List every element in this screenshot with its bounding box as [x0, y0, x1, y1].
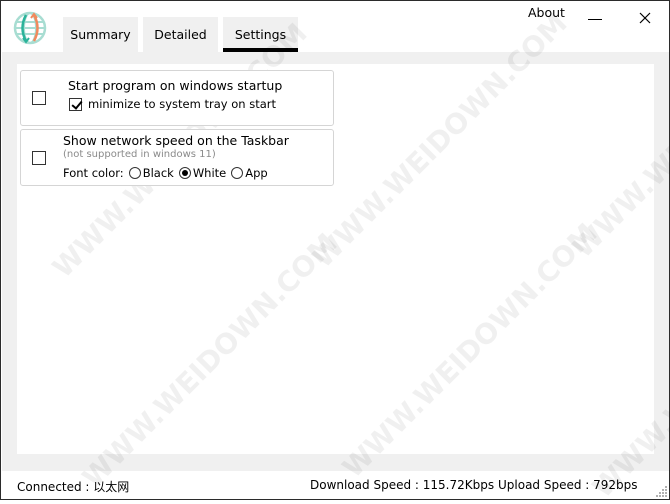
font-color-row: Font color: Black White App: [63, 166, 268, 180]
resize-grip-icon[interactable]: [656, 485, 668, 497]
taskbar-setting-card: Show network speed on the Taskbar (not s…: [20, 129, 334, 186]
watermark: WWW.WEIDOWN.COM: [335, 216, 604, 485]
connection-status: Connected : 以太网: [17, 480, 130, 494]
tab-settings[interactable]: Settings: [223, 17, 298, 52]
download-speed: Download Speed : 115.72Kbps: [310, 478, 495, 492]
minimize-tray-checkbox[interactable]: [69, 98, 82, 111]
close-icon: [639, 12, 651, 24]
about-button[interactable]: About: [528, 5, 565, 20]
font-color-app-radio[interactable]: App: [231, 166, 268, 180]
upload-speed: Upload Speed : 792bps: [498, 478, 638, 492]
radio-circle: [231, 167, 244, 179]
minimize-button[interactable]: [585, 9, 605, 27]
radio-circle: [128, 167, 141, 179]
font-color-black-radio[interactable]: Black: [128, 166, 174, 180]
close-button[interactable]: [635, 9, 655, 27]
font-color-label: Font color:: [63, 166, 124, 180]
taskbar-speed-checkbox[interactable]: [32, 151, 46, 165]
tab-label: Summary: [70, 27, 131, 42]
startup-checkbox[interactable]: [32, 91, 46, 105]
tab-label: Settings: [234, 27, 287, 42]
tab-label: Detailed: [154, 27, 207, 42]
tab-detailed[interactable]: Detailed: [143, 17, 218, 52]
minimize-tray-label: minimize to system tray on start: [88, 97, 276, 111]
startup-label: Start program on windows startup: [68, 78, 283, 93]
taskbar-note: (not supported in windows 11): [63, 149, 216, 160]
tab-summary[interactable]: Summary: [63, 17, 138, 52]
taskbar-speed-label: Show network speed on the Taskbar: [63, 133, 289, 148]
radio-label: Black: [142, 166, 174, 180]
radio-circle: [178, 167, 191, 179]
font-color-white-radio[interactable]: White: [178, 166, 227, 180]
startup-setting-card: Start program on windows startup minimiz…: [20, 70, 334, 126]
radio-label: White: [192, 166, 227, 180]
watermark: WWW.WEIDOWN.COM: [305, 6, 574, 275]
radio-label: App: [245, 166, 268, 180]
app-window: Summary Detailed Settings About WWW.WEID…: [0, 0, 670, 504]
tab-bar: Summary Detailed Settings: [63, 17, 298, 52]
globe-arrows-icon: [13, 11, 47, 45]
